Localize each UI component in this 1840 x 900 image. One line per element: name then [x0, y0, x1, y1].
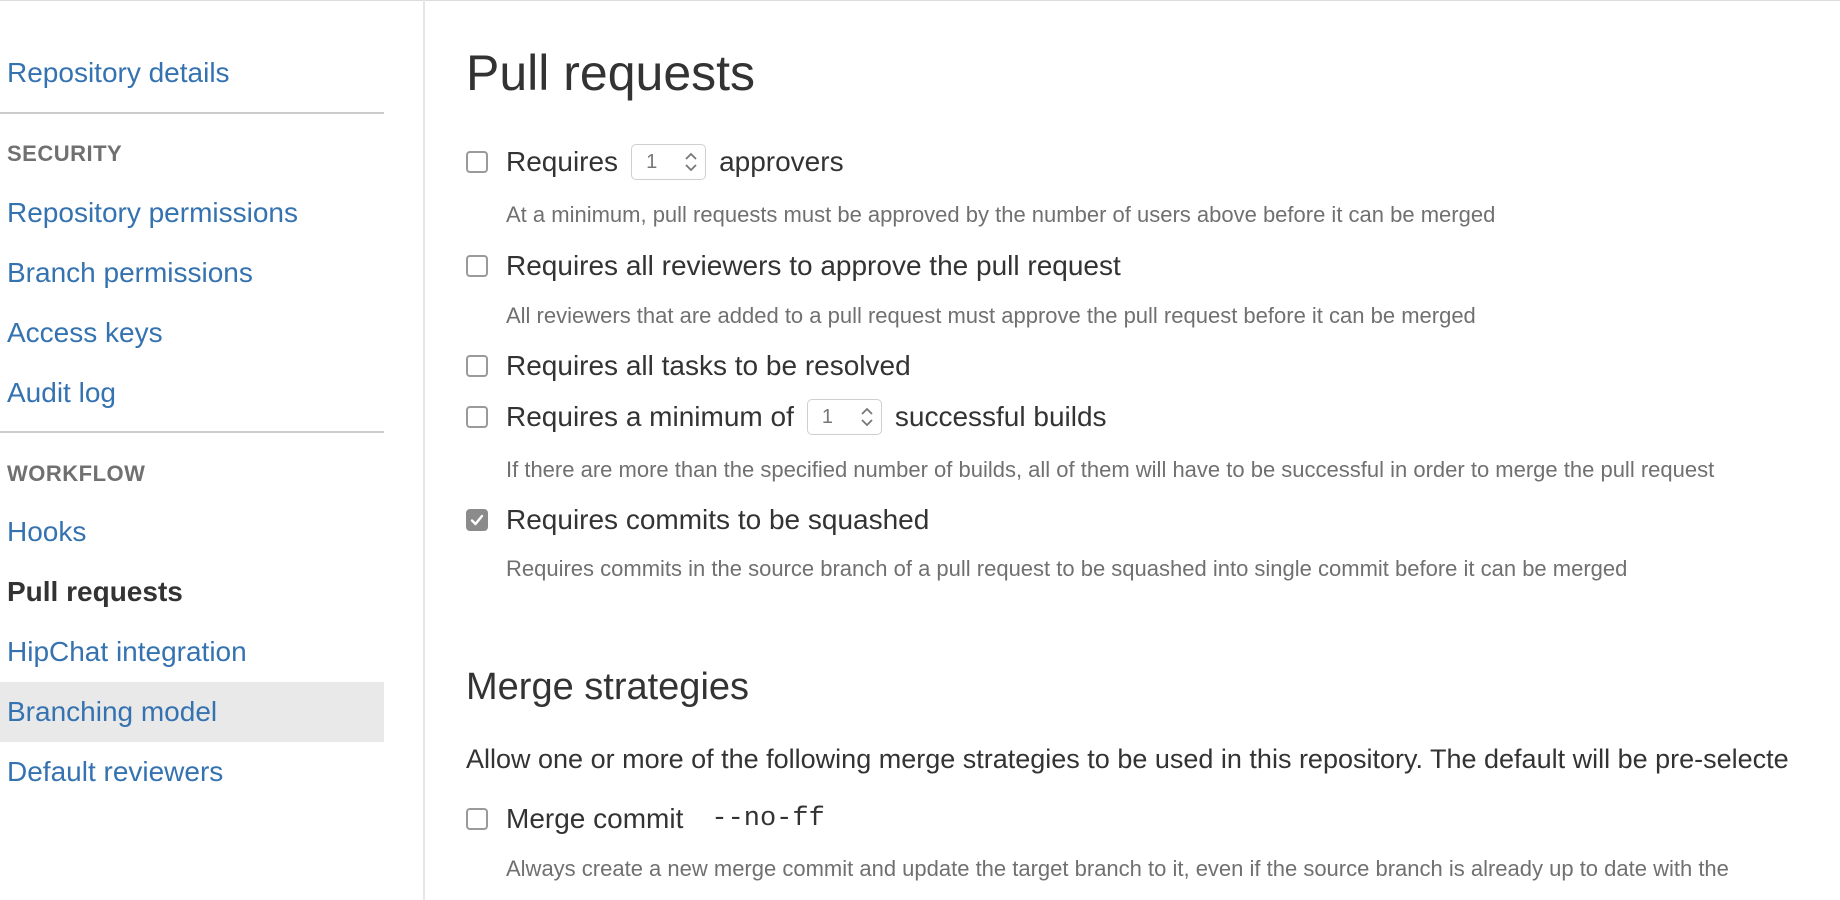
merge-commit-checkbox[interactable] [466, 808, 488, 830]
sidebar-item-repository-permissions[interactable]: Repository permissions [7, 195, 298, 231]
builds-checkbox[interactable] [466, 406, 488, 428]
all-reviewers-label: Requires all reviewers to approve the pu… [506, 250, 1121, 281]
merge-commit-setting: Merge commit --no-ff [466, 799, 825, 839]
squash-label: Requires commits to be squashed [506, 504, 930, 535]
merge-strategies-intro: Allow one or more of the following merge… [466, 744, 1789, 774]
sidebar-item-audit-log[interactable]: Audit log [7, 375, 116, 411]
builds-count-input[interactable]: 1 [806, 399, 882, 435]
settings-sidebar: Repository details SECURITY Repository p… [0, 0, 425, 900]
approvers-count-input[interactable]: 1 [631, 144, 707, 180]
squash-description: Requires commits in the source branch of… [506, 556, 1628, 581]
sidebar-heading-security: SECURITY [7, 141, 123, 166]
settings-content: Pull requests Requires 1 approvers At a … [466, 0, 1840, 900]
squash-setting: Requires commits to be squashed [466, 500, 929, 540]
merge-strategies-title: Merge strategies [466, 666, 750, 708]
builds-label-before: Requires a minimum of [506, 401, 794, 432]
builds-setting: Requires a minimum of 1 successful build… [466, 397, 1107, 437]
approvers-label-after: approvers [719, 146, 844, 177]
stepper-arrows-icon[interactable] [860, 406, 874, 428]
sidebar-item-access-keys[interactable]: Access keys [7, 315, 163, 351]
sidebar-divider [0, 112, 384, 114]
sidebar-divider [0, 431, 384, 433]
tasks-label: Requires all tasks to be resolved [506, 350, 911, 381]
sidebar-item-branch-permissions[interactable]: Branch permissions [7, 255, 253, 291]
tasks-checkbox[interactable] [466, 355, 488, 377]
sidebar-item-hooks[interactable]: Hooks [7, 514, 86, 550]
merge-commit-flag: --no-ff [711, 804, 825, 834]
all-reviewers-setting: Requires all reviewers to approve the pu… [466, 246, 1121, 286]
approvers-label-before: Requires [506, 146, 619, 177]
stepper-arrows-icon[interactable] [684, 151, 698, 173]
squash-checkbox[interactable] [466, 509, 488, 531]
builds-label-after: successful builds [894, 401, 1107, 432]
tasks-setting: Requires all tasks to be resolved [466, 346, 911, 386]
builds-description: If there are more than the specified num… [506, 457, 1715, 482]
sidebar-item-pull-requests[interactable]: Pull requests [7, 574, 183, 610]
builds-count-value: 1 [821, 405, 833, 428]
sidebar-item-default-reviewers[interactable]: Default reviewers [7, 754, 223, 790]
approvers-description: At a minimum, pull requests must be appr… [506, 202, 1496, 227]
sidebar-item-branching-model[interactable]: Branching model [7, 694, 217, 730]
approvers-checkbox[interactable] [466, 151, 488, 173]
sidebar-item-repository-details[interactable]: Repository details [7, 55, 230, 91]
all-reviewers-checkbox[interactable] [466, 255, 488, 277]
approvers-count-value: 1 [646, 150, 658, 173]
merge-commit-label: Merge commit [506, 803, 684, 834]
sidebar-item-hipchat-integration[interactable]: HipChat integration [7, 634, 247, 670]
all-reviewers-description: All reviewers that are added to a pull r… [506, 303, 1476, 328]
checkmark-icon [470, 514, 484, 526]
merge-commit-description: Always create a new merge commit and upd… [506, 856, 1729, 881]
approvers-setting: Requires 1 approvers [466, 142, 844, 182]
page-title: Pull requests [466, 45, 756, 101]
sidebar-heading-workflow: WORKFLOW [7, 461, 146, 486]
